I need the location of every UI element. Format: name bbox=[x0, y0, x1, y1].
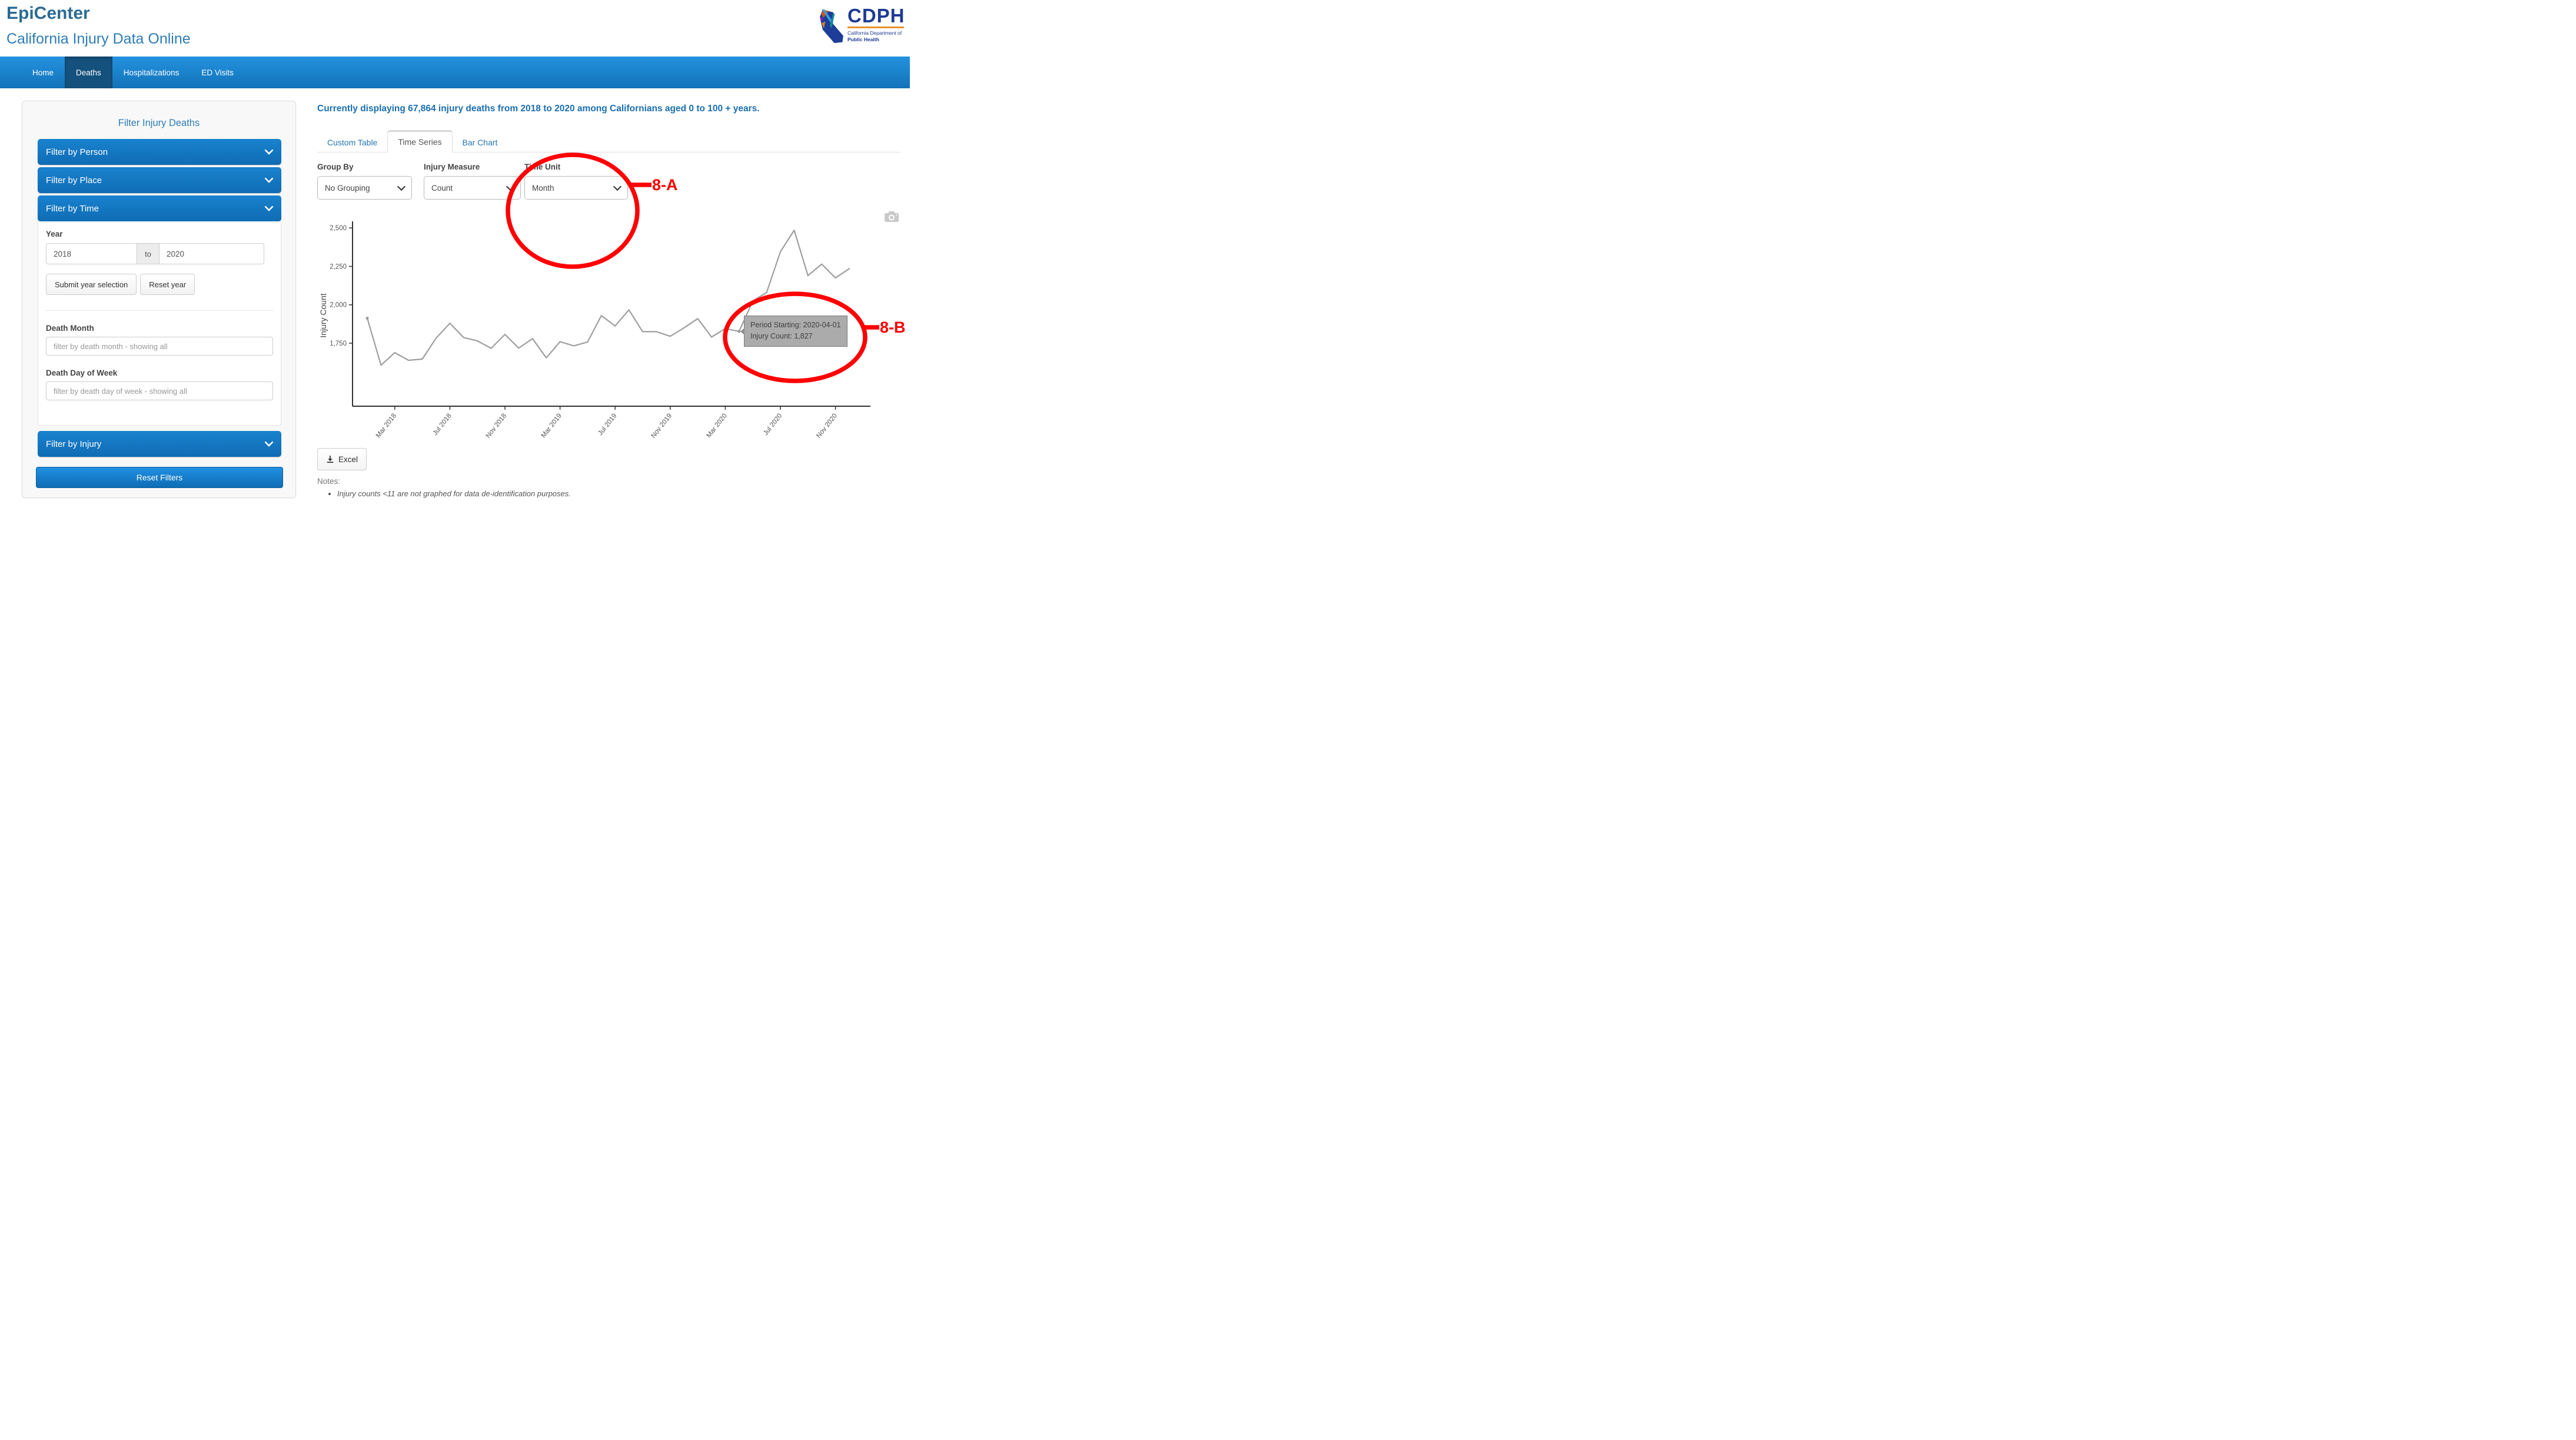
tab-time-series[interactable]: Time Series bbox=[387, 130, 452, 152]
year-to-input[interactable] bbox=[159, 243, 264, 264]
svg-text:Jul 2019: Jul 2019 bbox=[597, 412, 618, 437]
accordion-filter-by-injury[interactable]: Filter by Injury bbox=[38, 431, 281, 457]
svg-text:2,000: 2,000 bbox=[330, 302, 347, 309]
injury-measure-select[interactable]: Count bbox=[424, 176, 521, 200]
injury-measure-select-wrap: Count bbox=[424, 176, 521, 200]
filter-panel-title: Filter Injury Deaths bbox=[22, 118, 295, 129]
view-tabs: Custom Table Time Series Bar Chart bbox=[317, 130, 900, 152]
accordion-filter-by-person[interactable]: Filter by Person bbox=[38, 139, 281, 165]
svg-text:2,250: 2,250 bbox=[330, 263, 347, 270]
year-range-group: to bbox=[46, 243, 273, 264]
chevron-down-icon bbox=[265, 178, 273, 183]
filter-panel: Filter Injury Deaths Filter by Person Fi… bbox=[22, 101, 296, 498]
group-by-label: Group By bbox=[317, 162, 412, 171]
tooltip-arrow bbox=[740, 328, 744, 335]
death-day-of-week-input[interactable] bbox=[46, 381, 273, 400]
group-by-select-wrap: No Grouping bbox=[317, 176, 412, 200]
note-item: Injury counts <11 are not graphed for da… bbox=[337, 489, 788, 498]
nav-item-home[interactable]: Home bbox=[21, 57, 65, 88]
year-from-input[interactable] bbox=[46, 243, 137, 264]
accordion-label: Filter by Time bbox=[46, 204, 99, 214]
svg-text:Mar 2020: Mar 2020 bbox=[705, 412, 728, 439]
accordion-label: Filter by Person bbox=[46, 147, 108, 157]
chevron-down-icon bbox=[265, 150, 273, 155]
time-unit-label: Time Unit bbox=[524, 162, 628, 171]
tooltip-count: Injury Count: 1,827 bbox=[750, 331, 841, 342]
svg-text:1,750: 1,750 bbox=[330, 340, 347, 347]
tab-custom-table[interactable]: Custom Table bbox=[317, 132, 387, 152]
accordion-label: Filter by Place bbox=[46, 175, 102, 185]
svg-text:Nov 2019: Nov 2019 bbox=[650, 412, 673, 439]
group-by-select[interactable]: No Grouping bbox=[317, 176, 412, 200]
cdph-logo: CDPH California Department of Public Hea… bbox=[818, 7, 906, 55]
accordion-label: Filter by Injury bbox=[46, 439, 101, 449]
svg-text:Nov 2018: Nov 2018 bbox=[485, 412, 508, 439]
accordion-filter-by-place[interactable]: Filter by Place bbox=[38, 167, 281, 193]
filter-by-time-body: Year to Submit year selection Reset year… bbox=[38, 221, 281, 426]
svg-text:Jul 2018: Jul 2018 bbox=[432, 412, 453, 437]
death-month-label: Death Month bbox=[46, 324, 273, 333]
notes-title: Notes: bbox=[317, 477, 788, 486]
injury-measure-control: Injury Measure Count bbox=[424, 162, 521, 200]
download-plot-camera-icon[interactable] bbox=[884, 211, 899, 223]
injury-measure-label: Injury Measure bbox=[424, 162, 521, 171]
svg-text:2,500: 2,500 bbox=[330, 225, 347, 232]
time-unit-select[interactable]: Month bbox=[524, 176, 628, 200]
app-title: EpiCenter bbox=[6, 4, 90, 24]
group-by-control: Group By No Grouping bbox=[317, 162, 412, 200]
nav-item-hospitalizations[interactable]: Hospitalizations bbox=[112, 57, 191, 88]
time-unit-select-wrap: Month bbox=[524, 176, 628, 200]
year-label: Year bbox=[46, 230, 273, 238]
annotation-label-8a: 8-A bbox=[652, 176, 678, 194]
logo-rule bbox=[847, 26, 904, 28]
death-month-input[interactable] bbox=[46, 337, 273, 356]
chevron-down-icon bbox=[265, 206, 273, 211]
cdph-acronym: CDPH bbox=[847, 7, 905, 25]
divider bbox=[46, 310, 273, 311]
svg-text:Nov 2020: Nov 2020 bbox=[815, 412, 839, 439]
svg-text:Mar 2018: Mar 2018 bbox=[375, 412, 398, 439]
logo-dept-line2: Public Health bbox=[847, 37, 905, 43]
nav-item-ed-visits[interactable]: ED Visits bbox=[190, 57, 245, 88]
main-navbar: Home Deaths Hospitalizations ED Visits bbox=[0, 57, 910, 88]
annotation-label-8b: 8-B bbox=[880, 318, 906, 337]
chart-tooltip: Period Starting: 2020-04-01 Injury Count… bbox=[744, 316, 847, 347]
chevron-down-icon bbox=[265, 442, 273, 447]
results-summary: Currently displaying 67,864 injury death… bbox=[317, 104, 882, 114]
year-to-addon: to bbox=[137, 243, 159, 264]
page: EpiCenter California Injury Data Online … bbox=[0, 0, 910, 509]
reset-year-button[interactable]: Reset year bbox=[140, 274, 195, 295]
notes-section: Notes: Injury counts <11 are not graphed… bbox=[317, 477, 788, 498]
reset-filters-button[interactable]: Reset Filters bbox=[36, 467, 283, 488]
california-shape-icon bbox=[818, 7, 845, 45]
submit-year-button[interactable]: Submit year selection bbox=[46, 274, 137, 295]
svg-text:Jul 2020: Jul 2020 bbox=[762, 412, 783, 437]
logo-dept-line1: California Department of bbox=[847, 30, 905, 37]
tab-bar-chart[interactable]: Bar Chart bbox=[453, 132, 508, 152]
death-day-of-week-label: Death Day of Week bbox=[46, 369, 273, 377]
nav-item-deaths[interactable]: Deaths bbox=[65, 57, 112, 88]
time-unit-control: Time Unit Month bbox=[524, 162, 628, 200]
accordion-filter-by-time[interactable]: Filter by Time bbox=[38, 195, 281, 221]
svg-text:Injury Count: Injury Count bbox=[318, 293, 328, 338]
tooltip-period: Period Starting: 2020-04-01 bbox=[750, 320, 841, 331]
svg-text:Mar 2019: Mar 2019 bbox=[540, 412, 563, 439]
app-subtitle: California Injury Data Online bbox=[6, 31, 191, 48]
